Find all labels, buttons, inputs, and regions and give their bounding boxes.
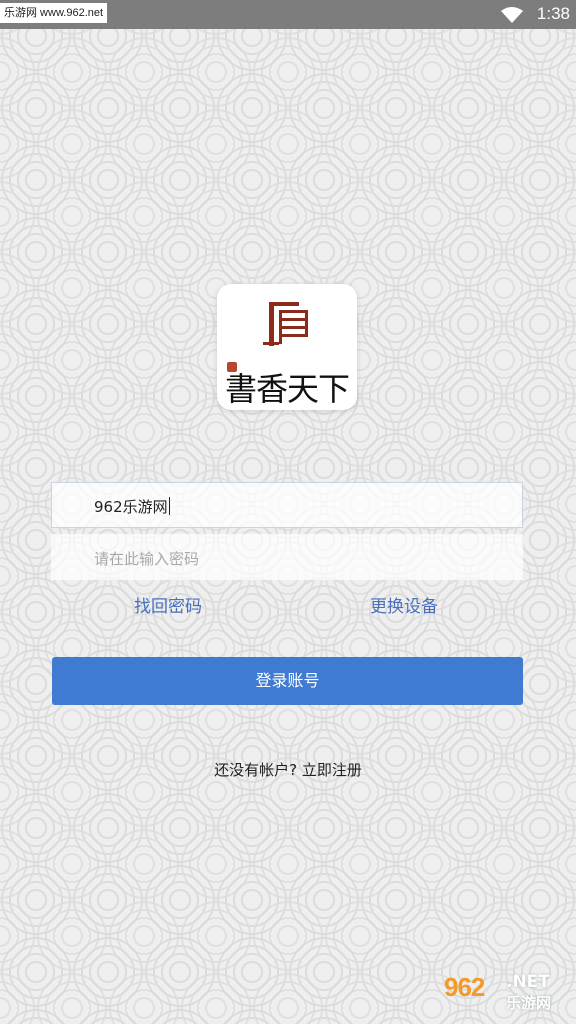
text-caret (168, 497, 170, 515)
status-time: 1:38 (536, 4, 570, 23)
watermark-logo: 962 .NET 乐游网 (444, 972, 572, 1018)
username-input[interactable]: 962乐游网 (51, 482, 523, 528)
watermark-net: .NET (506, 972, 550, 992)
watermark-chinese: 乐游网 (506, 994, 552, 1012)
login-button[interactable]: 登录账号 (52, 657, 523, 705)
username-text: 962乐游网 (94, 498, 168, 516)
watermark-number: 962 (444, 972, 485, 1002)
app-name: 書香天下 (224, 370, 350, 408)
forgot-password-link[interactable]: 找回密码 (134, 592, 202, 617)
password-input[interactable]: 请在此输入密码 (51, 534, 523, 580)
username-value: 962乐游网 (94, 496, 170, 517)
register-link[interactable]: 还没有帐户? 立即注册 (0, 759, 576, 780)
password-placeholder: 请在此输入密码 (94, 550, 200, 568)
change-device-link[interactable]: 更换设备 (370, 592, 438, 617)
status-bar: 乐游网 www.962.net 1:38 (0, 0, 576, 29)
book-seal-logo (263, 302, 308, 346)
status-source-label: 乐游网 www.962.net (0, 3, 108, 23)
app-logo: 書香天下 (217, 284, 357, 410)
wifi-icon (501, 7, 523, 23)
